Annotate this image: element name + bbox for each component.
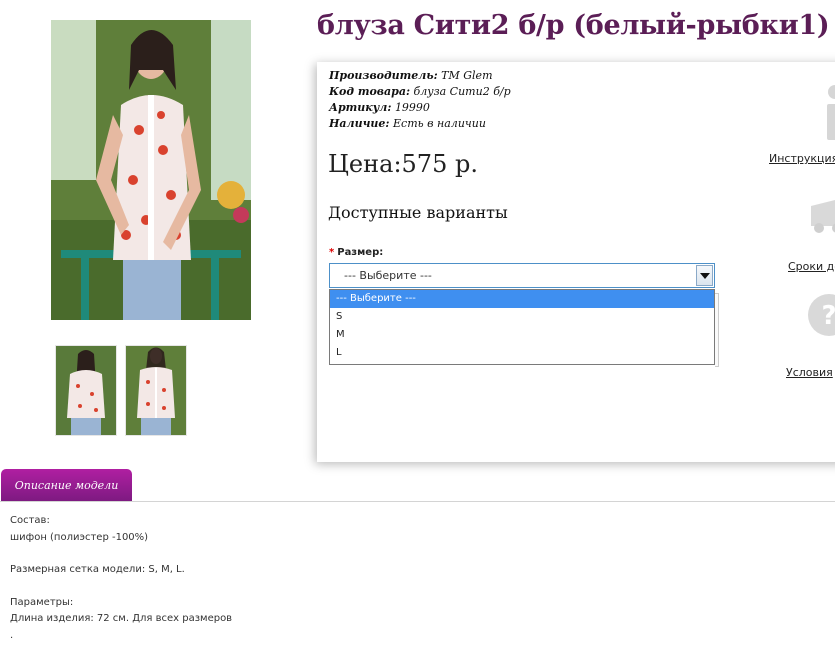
size-select[interactable]: --- Выберите --- xyxy=(329,263,715,288)
main-product-image[interactable] xyxy=(51,20,251,320)
svg-text:?: ? xyxy=(821,301,835,331)
chevron-down-icon[interactable] xyxy=(696,265,713,286)
availability-row: Наличие: Есть в наличии xyxy=(329,117,486,130)
size-grid-text: Размерная сетка модели: S, M, L. xyxy=(10,564,185,575)
hidden-field-edge xyxy=(715,293,719,367)
product-thumbnail-front[interactable] xyxy=(125,345,187,436)
instruction-link[interactable]: Инструкция xyxy=(769,152,835,165)
article-row: Артикул: 19990 xyxy=(329,101,430,114)
description-content: Состав: шифон (полиэстер -100%) Размерна… xyxy=(10,513,232,644)
params-label: Параметры: xyxy=(10,596,74,608)
price-value: 575 р. xyxy=(401,150,478,178)
product-title: блуза Сити2 б/р (белый-рыбки1) xyxy=(317,10,830,41)
size-select-value: --- Выберите --- xyxy=(344,269,432,282)
composition-label: Состав: xyxy=(10,515,50,526)
size-options-list: --- Выберите --- S M L xyxy=(329,289,715,365)
price-label: Цена: xyxy=(328,150,402,178)
size-option-s[interactable]: S xyxy=(330,308,714,326)
tab-model-description[interactable]: Описание модели xyxy=(1,469,132,502)
size-option-l[interactable]: L xyxy=(330,344,714,362)
size-option-m[interactable]: M xyxy=(330,326,714,344)
product-meta: Производитель: TM Glem Код товара: блуза… xyxy=(329,68,511,132)
manufacturer-row: Производитель: TM Glem xyxy=(329,69,493,82)
size-option-default[interactable]: --- Выберите --- xyxy=(330,290,714,308)
size-label: * Размер: xyxy=(329,247,384,258)
price: Цена:575 р. xyxy=(328,150,478,178)
question-icon: ? xyxy=(808,294,835,336)
truck-icon xyxy=(811,200,835,233)
description-tail: . xyxy=(10,629,14,641)
required-mark: * xyxy=(329,247,335,258)
product-info-panel: Производитель: TM Glem Код товара: блуза… xyxy=(317,62,835,462)
info-icon xyxy=(827,85,835,140)
terms-link[interactable]: Условия xyxy=(786,366,833,379)
product-thumbnail-back[interactable] xyxy=(55,345,117,436)
composition-value: шифон (полиэстер -100%) xyxy=(10,531,149,543)
params-value: Длина изделия: 72 см. Для всех размеров xyxy=(10,613,233,624)
options-heading: Доступные варианты xyxy=(328,203,508,222)
delivery-link[interactable]: Сроки до xyxy=(788,260,835,273)
tab-divider xyxy=(0,501,835,502)
product-code-row: Код товара: блуза Сити2 б/р xyxy=(329,85,511,98)
